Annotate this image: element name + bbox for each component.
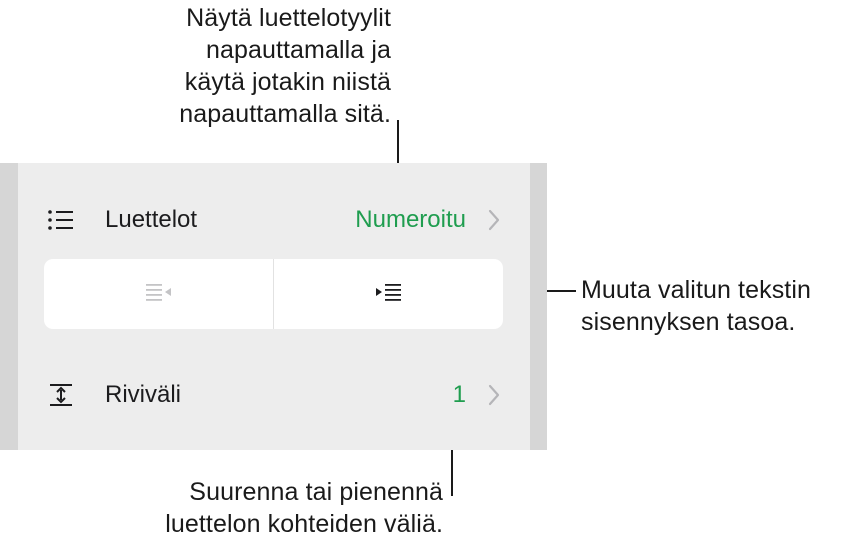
chevron-right-icon bbox=[488, 383, 504, 407]
decrease-indent-button[interactable] bbox=[44, 259, 273, 329]
callout-line: napauttamalla ja bbox=[205, 36, 391, 64]
callout-line: luettelon kohteiden väliä. bbox=[165, 510, 443, 538]
lists-value: Numeroitu bbox=[355, 206, 466, 233]
panel-edge-right bbox=[530, 163, 547, 450]
outdent-icon bbox=[145, 282, 172, 307]
lists-row[interactable]: Luettelot Numeroitu bbox=[44, 190, 504, 250]
lists-label: Luettelot bbox=[105, 206, 198, 233]
callout-line: sisennyksen tasoa. bbox=[581, 308, 796, 336]
line-spacing-value: 1 bbox=[452, 381, 466, 408]
callout-list-styles: Näytä luettelotyylit napauttamalla ja kä… bbox=[179, 2, 391, 130]
chevron-right-icon bbox=[488, 208, 504, 232]
callout-line: Näytä luettelotyylit bbox=[186, 4, 391, 32]
callout-line: Suurenna tai pienennä bbox=[189, 478, 443, 506]
panel-edge-left bbox=[0, 163, 18, 450]
callout-line: Muuta valitun tekstin bbox=[581, 276, 811, 304]
line-spacing-label: Riviväli bbox=[105, 381, 182, 408]
increase-indent-button[interactable] bbox=[274, 259, 503, 329]
indent-icon bbox=[375, 282, 402, 307]
callout-line-spacing: Suurenna tai pienennä luettelon kohteide… bbox=[165, 476, 443, 540]
callout-indent-level: Muuta valitun tekstin sisennyksen tasoa. bbox=[581, 274, 811, 338]
list-bullets-icon bbox=[44, 203, 78, 237]
callout-line: käytä jotakin niistä bbox=[184, 68, 391, 96]
line-spacing-icon bbox=[44, 378, 78, 412]
indent-segmented-control bbox=[44, 259, 503, 329]
line-spacing-row[interactable]: Riviväli 1 bbox=[44, 365, 504, 425]
callout-line: napauttamalla sitä. bbox=[179, 100, 391, 128]
